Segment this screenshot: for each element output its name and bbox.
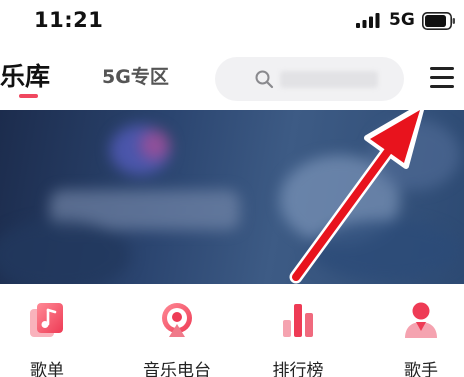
- nav-label-playlist: 歌单: [30, 361, 64, 377]
- status-time: 11:21: [34, 8, 104, 32]
- nav-item-charts[interactable]: 排行榜: [258, 300, 338, 377]
- tab-5g-zone[interactable]: 5G专区: [102, 62, 169, 89]
- battery-icon: [422, 12, 455, 30]
- app-screen: 11:21 5G 乐库 5G专区 歌单 音乐电台 排行榜 歌手: [0, 0, 464, 377]
- network-type: 5G: [389, 10, 415, 30]
- nav-item-playlist[interactable]: 歌单: [7, 300, 87, 377]
- active-tab-indicator: [19, 94, 38, 98]
- tab-music-library[interactable]: 乐库: [0, 57, 50, 93]
- search-placeholder: [280, 71, 378, 88]
- signal-bars-icon: [356, 13, 380, 28]
- banner-carousel[interactable]: [0, 110, 464, 284]
- nav-item-singers[interactable]: 歌手: [381, 300, 461, 377]
- nav-label-singers: 歌手: [404, 361, 438, 377]
- banner-image: [0, 110, 464, 284]
- status-bar: 11:21 5G: [0, 0, 464, 42]
- radio-icon: [162, 303, 192, 337]
- singer-icon: [405, 302, 437, 338]
- nav-label-radio: 音乐电台: [143, 361, 211, 377]
- nav-item-radio[interactable]: 音乐电台: [137, 300, 217, 377]
- hamburger-menu-icon[interactable]: [428, 62, 456, 92]
- search-bar[interactable]: [215, 57, 404, 101]
- nav-label-charts: 排行榜: [272, 361, 324, 377]
- chart-icon: [283, 304, 313, 337]
- search-icon: [255, 70, 274, 89]
- playlist-icon: [30, 303, 63, 337]
